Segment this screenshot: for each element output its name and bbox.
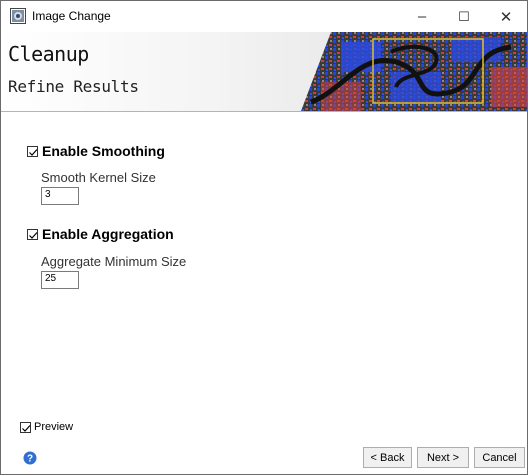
smooth-kernel-size-input[interactable]: 3 — [41, 187, 79, 205]
title-bar[interactable]: Image Change – ☐ ✕ — [1, 1, 527, 32]
banner-subtitle: Refine Results — [8, 77, 139, 96]
checkmark-icon — [29, 231, 38, 239]
smooth-kernel-size-label: Smooth Kernel Size — [41, 170, 156, 185]
options-panel: Enable Smoothing Smooth Kernel Size 3 En… — [1, 112, 527, 412]
back-button[interactable]: < Back — [363, 447, 412, 468]
close-button[interactable]: ✕ — [485, 1, 527, 32]
dialog-window: Image Change – ☐ ✕ Cleanup Refine Result… — [0, 0, 528, 475]
maximize-button[interactable]: ☐ — [443, 1, 485, 32]
aggregate-minimum-size-label: Aggregate Minimum Size — [41, 254, 187, 269]
checkmark-icon — [29, 148, 38, 156]
aggregate-minimum-size-input[interactable]: 25 — [41, 271, 79, 289]
banner-title: Cleanup — [8, 42, 89, 66]
enable-smoothing-checkbox[interactable] — [27, 145, 38, 157]
minimize-icon: – — [417, 8, 427, 25]
close-icon: ✕ — [499, 8, 513, 26]
enable-aggregation-label: Enable Aggregation — [42, 226, 174, 242]
preview-label: Preview — [34, 421, 74, 433]
wizard-banner: Cleanup Refine Results — [1, 32, 527, 112]
preview-checkbox[interactable] — [20, 421, 31, 433]
enable-aggregation-checkbox[interactable] — [27, 228, 38, 240]
help-icon[interactable]: ? — [23, 451, 37, 465]
satellite-image-graphic — [301, 32, 527, 111]
cancel-button[interactable]: Cancel — [474, 447, 525, 468]
window-title: Image Change — [32, 9, 111, 23]
preview-option[interactable]: Preview — [20, 421, 73, 433]
checkmark-icon — [22, 424, 31, 432]
enable-aggregation-option[interactable]: Enable Aggregation — [27, 226, 174, 242]
maximize-icon: ☐ — [458, 8, 470, 24]
next-button[interactable]: Next > — [417, 447, 469, 468]
minimize-button[interactable]: – — [401, 1, 443, 32]
enable-smoothing-label: Enable Smoothing — [42, 143, 165, 159]
app-icon — [10, 8, 26, 24]
enable-smoothing-option[interactable]: Enable Smoothing — [27, 143, 165, 159]
svg-text:?: ? — [27, 454, 33, 465]
